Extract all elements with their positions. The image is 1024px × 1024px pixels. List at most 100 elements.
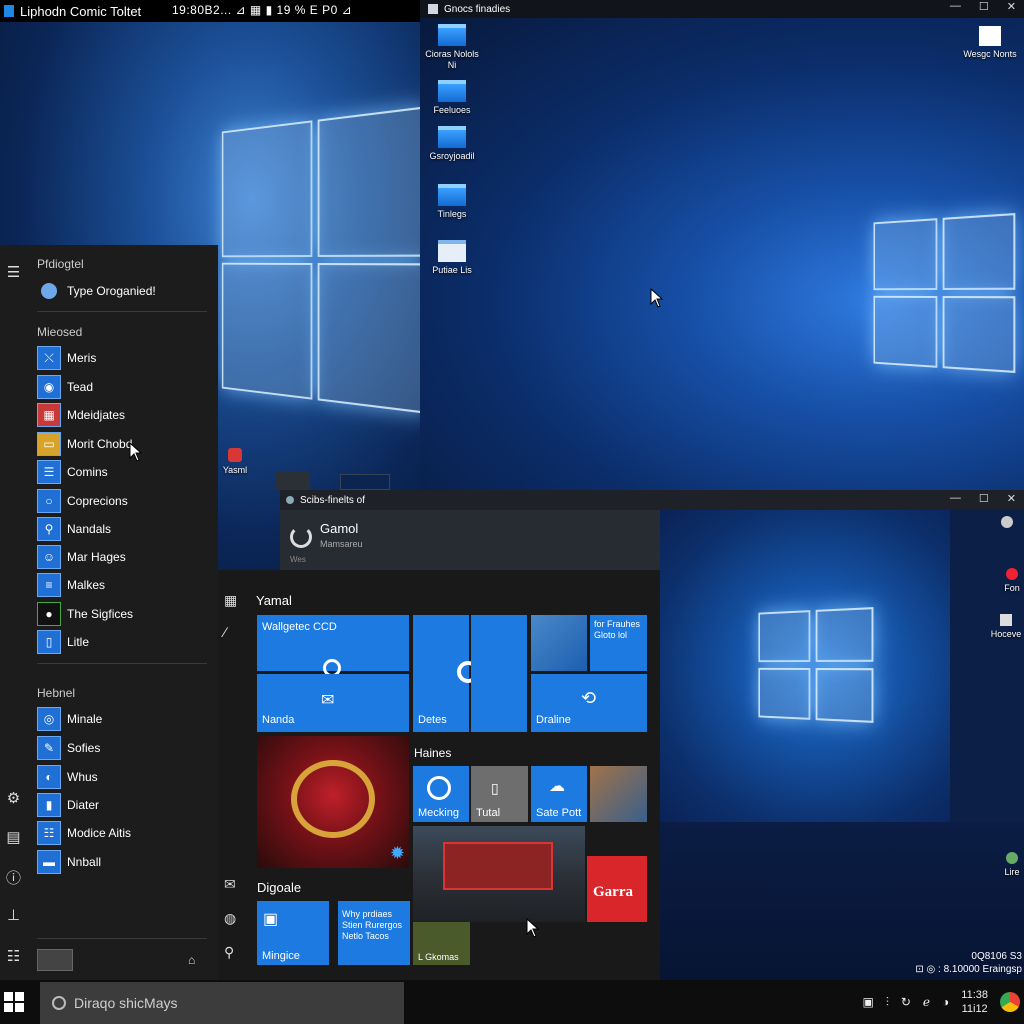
edge-icon[interactable]: ℯ (923, 995, 930, 1009)
sync-icon: ⟲ (581, 688, 597, 708)
close-button[interactable]: ✕ (1007, 0, 1016, 13)
live-tile[interactable] (471, 615, 527, 732)
settings-gear-icon[interactable]: ⚙ (5, 789, 22, 807)
app-tile-icon: ● (37, 602, 61, 626)
start-button[interactable] (4, 992, 24, 1012)
app-subtitle-2: Wes (290, 555, 306, 564)
live-tile[interactable]: Wallgetec CCD (257, 615, 409, 677)
live-tile[interactable]: Detes (413, 615, 479, 732)
start-menu: ☰ ⚙ ▤ ⓘ ⊥ ☷ Pfdiogtel Type Oroganied! Mi… (0, 245, 218, 980)
live-tile[interactable]: ▣ Mingice (257, 901, 329, 965)
desktop-icon[interactable]: Cioras Nolols Ni (422, 24, 482, 71)
app-list-item[interactable]: ▭ Morit Chobd (37, 432, 132, 456)
file-icon (438, 240, 466, 262)
network-icon[interactable]: ⫶ (886, 995, 889, 1010)
desktop-icon[interactable]: Tinlegs (422, 184, 482, 220)
taskbar-clock[interactable]: 11:38 11i12 (961, 988, 988, 1016)
volume-icon[interactable]: ◑ (942, 995, 949, 1009)
edit-icon[interactable]: ∕ (224, 624, 226, 640)
app-list-item[interactable]: ☺ Mar Hages (37, 545, 126, 569)
close-button[interactable]: ✕ (1007, 492, 1016, 505)
desktop-icon[interactable]: Feeluoes (422, 80, 482, 116)
app-list-item[interactable]: ⤬ Meris (37, 346, 96, 370)
chrome-icon[interactable] (1000, 992, 1020, 1012)
window-icon (286, 496, 294, 504)
photo-tile[interactable] (531, 615, 587, 671)
middle-window-title: Scibs-finelts of (300, 494, 366, 506)
hamburger-menu-icon[interactable]: ☰ (5, 263, 22, 281)
app-list-item[interactable]: ☰ Comins (37, 460, 108, 484)
app-list-item[interactable]: ○ Coprecions (37, 489, 128, 513)
mail-icon[interactable]: ✉ (224, 876, 236, 893)
thumbnail[interactable] (276, 472, 310, 490)
taskbar-search-box[interactable]: Diraqo shicMays (40, 982, 404, 1024)
desktop-icon[interactable]: Gsroyjoadil (422, 126, 482, 162)
thumbnail[interactable] (340, 474, 390, 490)
live-tile[interactable]: ⟲ Draline (531, 674, 647, 732)
app-list-item[interactable]: ✎ Sofies (37, 736, 100, 760)
app-list-item[interactable]: ▯ Litle (37, 630, 89, 654)
top-status-bar: Liphodn Comic Toltet 19:80B2... ⊿ ▦ ▮ 19… (0, 0, 420, 22)
app-tile-icon: ⤬ (37, 346, 61, 370)
side-icon[interactable]: Hoceve (984, 614, 1024, 640)
search-icon[interactable]: ⚲ (224, 944, 234, 961)
photo-tile[interactable] (413, 826, 585, 922)
sync-icon[interactable]: ↻ (901, 995, 911, 1009)
app-list-item[interactable]: ▬ Nnball (37, 850, 101, 874)
side-icon[interactable]: Fon (992, 568, 1024, 594)
minimize-button[interactable]: — (950, 492, 961, 505)
tablet-icon[interactable]: ▣ (863, 995, 874, 1009)
chat-icon[interactable]: ◍ (224, 910, 236, 927)
thumbnail[interactable] (37, 949, 73, 971)
app-tile-icon: ▦ (37, 403, 61, 427)
app-list-item[interactable]: ● The Sigfices (37, 602, 133, 626)
app-list-item[interactable]: ☷ Modice Aitis (37, 821, 131, 845)
desktop-icon[interactable]: Putiae Lis (422, 240, 482, 276)
maximize-button[interactable]: ☐ (979, 0, 989, 13)
desktop-wallpaper-right (420, 18, 1024, 490)
live-tile[interactable]: ▯ Tutal (471, 766, 528, 822)
desktop-icon[interactable]: Wesgc Nonts (960, 26, 1020, 60)
info-icon[interactable]: ⓘ (5, 867, 22, 887)
apps-icon[interactable]: ☷ (5, 947, 22, 965)
app-list-item[interactable]: ▮ Diater (37, 793, 99, 817)
app-list-item[interactable]: ≡ Malkes (37, 573, 105, 597)
device-icon: ▯ (491, 780, 499, 796)
app-tile-icon: ≡ (37, 573, 61, 597)
middle-window-titlebar[interactable]: Scibs-finelts of — ☐ ✕ (280, 490, 1024, 510)
live-tile[interactable]: Why prdiaes Stien Rurergos Netlo Tacos (338, 901, 410, 965)
game-tile[interactable]: ✹ (257, 736, 409, 868)
live-tile[interactable]: for Frauhes Gloto lol (590, 615, 647, 671)
windows-logo-graphic (758, 607, 874, 723)
photo-tile[interactable] (590, 766, 647, 822)
pictures-icon[interactable]: ⊥ (5, 906, 22, 924)
tile-group-heading: Haines (414, 746, 452, 760)
side-icon[interactable] (992, 516, 1022, 528)
live-tile[interactable]: ☁ Sate Pott (531, 766, 587, 822)
top-bar-title: Liphodn Comic Toltet (20, 3, 142, 19)
grid-icon[interactable]: ▦ (224, 592, 237, 609)
app-list-item[interactable]: ◐ Whus (37, 765, 98, 789)
maximize-button[interactable]: ☐ (979, 492, 989, 505)
live-tile[interactable]: L Gkomas (413, 922, 470, 965)
documents-icon[interactable]: ▤ (5, 828, 22, 846)
live-tile[interactable]: Mecking (413, 766, 469, 822)
app-tile-icon: ◐ (37, 765, 61, 789)
side-icon[interactable]: Lire (992, 852, 1024, 878)
document-icon: ▣ (263, 911, 279, 928)
app-icon (979, 26, 1001, 46)
app-list-item[interactable]: ◉ Tead (37, 375, 93, 399)
app-list-item[interactable]: ⚲ Nandals (37, 517, 111, 541)
search-item[interactable]: Type Oroganied! (37, 279, 156, 303)
app-tile-icon: ◎ (37, 707, 61, 731)
live-tile[interactable]: ✉ Nanda (257, 674, 409, 732)
refresh-icon[interactable] (290, 526, 312, 548)
app-list-item[interactable]: ◎ Minale (37, 707, 102, 731)
window-wallpaper-bottom (660, 510, 950, 822)
home-icon[interactable]: ⌂ (188, 953, 195, 967)
app-list-item[interactable]: ▦ Mdeidjates (37, 403, 125, 427)
app-tile-icon: ☷ (37, 821, 61, 845)
minimize-button[interactable]: — (950, 0, 961, 13)
live-tile[interactable]: Garra (587, 856, 647, 922)
right-window-titlebar[interactable]: Gnocs finadies — ☐ ✕ (420, 0, 1024, 18)
